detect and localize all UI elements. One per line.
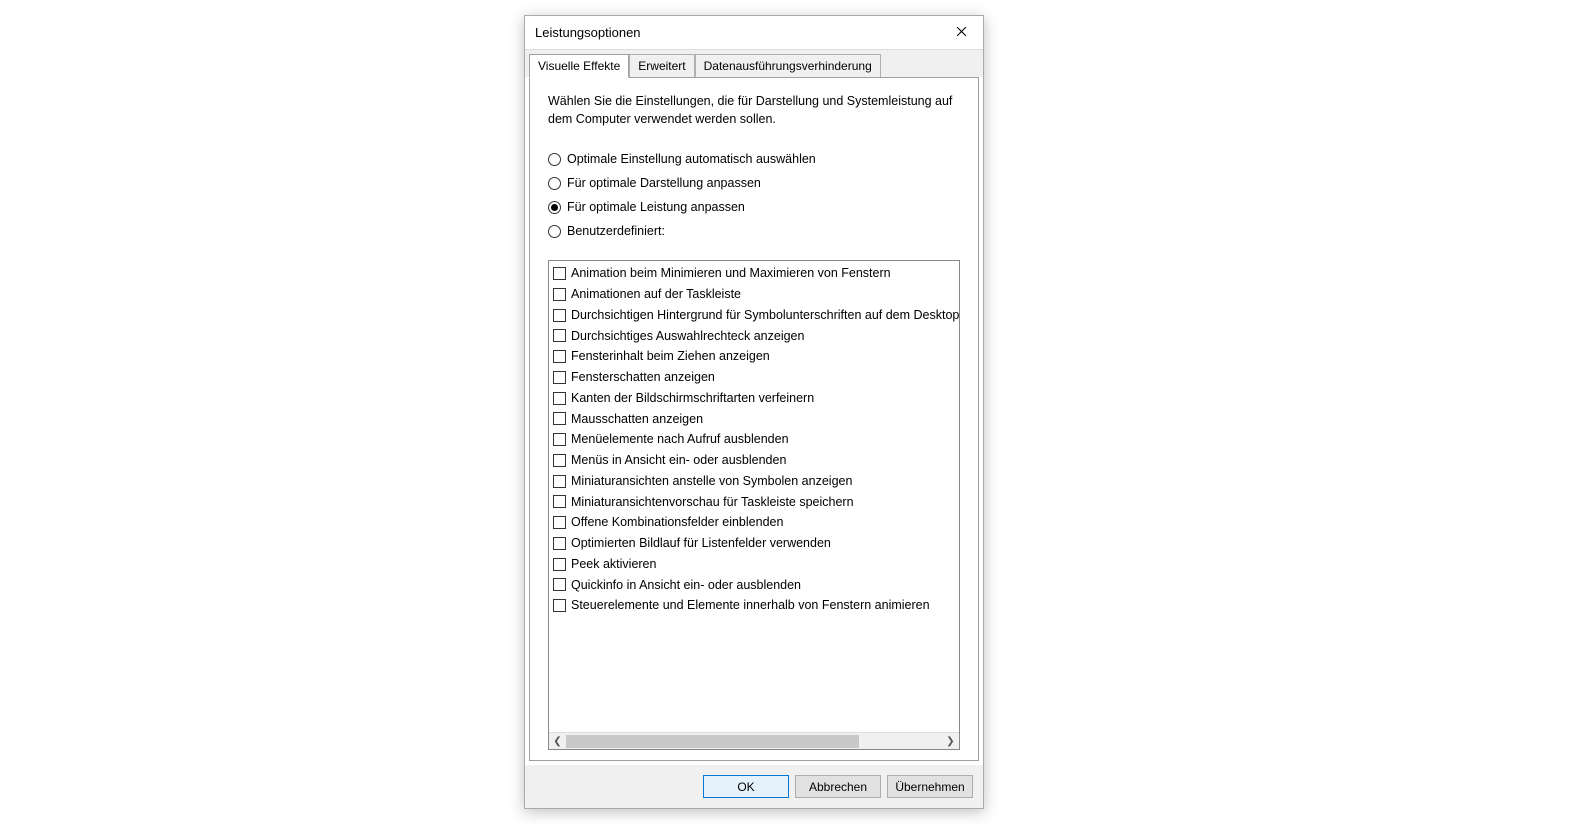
checkbox-icon[interactable] — [553, 495, 566, 508]
radio-option[interactable]: Benutzerdefiniert: — [548, 224, 960, 238]
list-item-label: Menüelemente nach Aufruf ausblenden — [571, 430, 789, 449]
checkbox-icon[interactable] — [553, 433, 566, 446]
close-button[interactable] — [939, 16, 983, 50]
tab-label: Datenausführungsverhinderung — [704, 59, 872, 73]
list-item[interactable]: Menüs in Ansicht ein- oder ausblenden — [551, 450, 957, 471]
radio-icon — [548, 225, 561, 238]
radio-icon — [548, 177, 561, 190]
panel-description: Wählen Sie die Einstellungen, die für Da… — [548, 92, 960, 128]
list-item-label: Offene Kombinationsfelder einblenden — [571, 513, 783, 532]
dialog-title: Leistungsoptionen — [535, 25, 641, 40]
scroll-right-arrow-icon[interactable]: ❯ — [942, 733, 959, 750]
radio-label: Für optimale Leistung anpassen — [567, 200, 745, 214]
checkbox-icon[interactable] — [553, 329, 566, 342]
list-item-label: Peek aktivieren — [571, 555, 656, 574]
dialog-button-row: OK Abbrechen Übernehmen — [525, 765, 983, 808]
list-item[interactable]: Kanten der Bildschirmschriftarten verfei… — [551, 388, 957, 409]
list-item[interactable]: Durchsichtiges Auswahlrechteck anzeigen — [551, 326, 957, 347]
list-item-label: Steuerelemente und Elemente innerhalb vo… — [571, 596, 930, 615]
list-item[interactable]: Miniaturansichten anstelle von Symbolen … — [551, 471, 957, 492]
ok-button-label: OK — [737, 780, 754, 794]
apply-button-label: Übernehmen — [895, 780, 964, 794]
list-item-label: Fensterinhalt beim Ziehen anzeigen — [571, 347, 770, 366]
list-item-label: Fensterschatten anzeigen — [571, 368, 715, 387]
checkbox-icon[interactable] — [553, 558, 566, 571]
list-item-label: Miniaturansichten anstelle von Symbolen … — [571, 472, 852, 491]
ok-button[interactable]: OK — [703, 775, 789, 798]
list-item-label: Optimierten Bildlauf für Listenfelder ve… — [571, 534, 831, 553]
list-item[interactable]: Offene Kombinationsfelder einblenden — [551, 512, 957, 533]
checkbox-icon[interactable] — [553, 392, 566, 405]
list-item[interactable]: Peek aktivieren — [551, 554, 957, 575]
tab-erweitert[interactable]: Erweitert — [629, 54, 694, 77]
visual-effects-listbox[interactable]: Animation beim Minimieren und Maximieren… — [548, 260, 960, 750]
checkbox-icon[interactable] — [553, 475, 566, 488]
checkbox-icon[interactable] — [553, 350, 566, 363]
scrollbar-thumb[interactable] — [566, 735, 859, 748]
radio-label: Für optimale Darstellung anpassen — [567, 176, 761, 190]
list-item-label: Quickinfo in Ansicht ein- oder ausblende… — [571, 576, 801, 595]
checkbox-icon[interactable] — [553, 516, 566, 529]
list-item[interactable]: Steuerelemente und Elemente innerhalb vo… — [551, 595, 957, 616]
list-item[interactable]: Menüelemente nach Aufruf ausblenden — [551, 429, 957, 450]
list-item-label: Mausschatten anzeigen — [571, 410, 703, 429]
list-item-label: Animation beim Minimieren und Maximieren… — [571, 264, 891, 283]
cancel-button[interactable]: Abbrechen — [795, 775, 881, 798]
tab-label: Visuelle Effekte — [538, 59, 620, 73]
scrollbar-track[interactable] — [566, 733, 942, 750]
radio-icon — [548, 201, 561, 214]
radio-option[interactable]: Optimale Einstellung automatisch auswähl… — [548, 152, 960, 166]
radio-icon — [548, 153, 561, 166]
close-icon — [956, 26, 967, 40]
tab-strip: Visuelle Effekte Erweitert Datenausführung… — [525, 50, 983, 77]
radio-option[interactable]: Für optimale Leistung anpassen — [548, 200, 960, 214]
tab-label: Erweitert — [638, 59, 685, 73]
apply-button[interactable]: Übernehmen — [887, 775, 973, 798]
list-item[interactable]: Fensterinhalt beim Ziehen anzeigen — [551, 346, 957, 367]
list-item-label: Miniaturansichtenvorschau für Taskleiste… — [571, 493, 854, 512]
list-item-label: Durchsichtigen Hintergrund für Symbolunt… — [571, 306, 959, 325]
listbox-inner: Animation beim Minimieren und Maximieren… — [549, 261, 959, 732]
tab-datenausführungsverhinderung[interactable]: Datenausführungsverhinderung — [695, 54, 881, 77]
tab-visuelle-effekte[interactable]: Visuelle Effekte — [529, 54, 629, 78]
checkbox-icon[interactable] — [553, 412, 566, 425]
performance-options-dialog: Leistungsoptionen Visuelle Effekte Erweit… — [524, 15, 984, 809]
checkbox-icon[interactable] — [553, 537, 566, 550]
list-item-label: Kanten der Bildschirmschriftarten verfei… — [571, 389, 814, 408]
radio-option[interactable]: Für optimale Darstellung anpassen — [548, 176, 960, 190]
list-item[interactable]: Mausschatten anzeigen — [551, 409, 957, 430]
list-item[interactable]: Animation beim Minimieren und Maximieren… — [551, 263, 957, 284]
titlebar: Leistungsoptionen — [525, 16, 983, 50]
radio-label: Optimale Einstellung automatisch auswähl… — [567, 152, 816, 166]
checkbox-icon[interactable] — [553, 267, 566, 280]
list-item[interactable]: Miniaturansichtenvorschau für Taskleiste… — [551, 492, 957, 513]
cancel-button-label: Abbrechen — [809, 780, 867, 794]
checkbox-icon[interactable] — [553, 371, 566, 384]
tab-panel-visual-effects: Wählen Sie die Einstellungen, die für Da… — [529, 77, 979, 761]
checkbox-icon[interactable] — [553, 578, 566, 591]
radio-label: Benutzerdefiniert: — [567, 224, 665, 238]
list-item[interactable]: Fensterschatten anzeigen — [551, 367, 957, 388]
list-item-label: Durchsichtiges Auswahlrechteck anzeigen — [571, 327, 804, 346]
list-item[interactable]: Animationen auf der Taskleiste — [551, 284, 957, 305]
list-item-label: Menüs in Ansicht ein- oder ausblenden — [571, 451, 786, 470]
horizontal-scrollbar[interactable]: ❮ ❯ — [549, 732, 959, 749]
list-item[interactable]: Quickinfo in Ansicht ein- oder ausblende… — [551, 575, 957, 596]
list-item-label: Animationen auf der Taskleiste — [571, 285, 741, 304]
list-item[interactable]: Durchsichtigen Hintergrund für Symbolunt… — [551, 305, 957, 326]
scroll-left-arrow-icon[interactable]: ❮ — [549, 733, 566, 750]
list-item[interactable]: Optimierten Bildlauf für Listenfelder ve… — [551, 533, 957, 554]
checkbox-icon[interactable] — [553, 288, 566, 301]
checkbox-icon[interactable] — [553, 454, 566, 467]
checkbox-icon[interactable] — [553, 599, 566, 612]
checkbox-icon[interactable] — [553, 309, 566, 322]
performance-mode-radio-group: Optimale Einstellung automatisch auswähl… — [548, 152, 960, 248]
